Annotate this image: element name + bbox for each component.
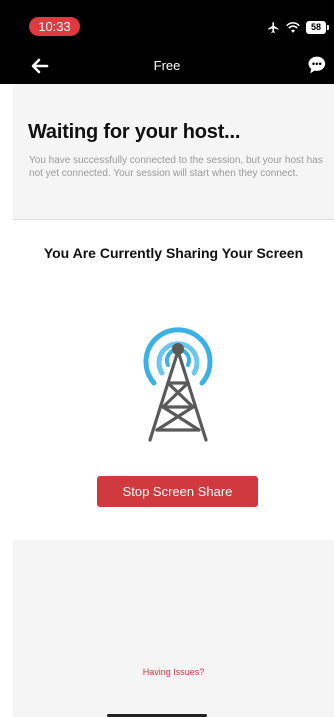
- section-divider: [13, 219, 334, 220]
- battery-icon: 58: [306, 20, 329, 34]
- chat-button[interactable]: [306, 55, 326, 75]
- wifi-icon: [286, 22, 300, 33]
- arrow-left-icon: [31, 58, 49, 74]
- airplane-icon: [268, 21, 279, 33]
- status-bar: 10:33 58: [0, 0, 334, 47]
- status-time: 10:33: [29, 17, 80, 36]
- sharing-title: You Are Currently Sharing Your Screen: [43, 245, 304, 261]
- nav-bar: Free: [0, 47, 334, 84]
- having-issues-link[interactable]: Having Issues?: [13, 667, 334, 677]
- waiting-panel: Waiting for your host... You have succes…: [13, 84, 334, 219]
- stop-screen-share-button[interactable]: Stop Screen Share: [97, 476, 258, 507]
- waiting-description: You have successfully connected to the s…: [29, 155, 323, 179]
- chat-bubble-icon: [308, 56, 326, 74]
- status-icons: 58: [267, 19, 329, 35]
- broadcast-tower-icon: [143, 327, 213, 442]
- footer-panel: Having Issues?: [13, 540, 334, 717]
- back-button[interactable]: [29, 56, 51, 76]
- waiting-title: Waiting for your host...: [28, 121, 241, 143]
